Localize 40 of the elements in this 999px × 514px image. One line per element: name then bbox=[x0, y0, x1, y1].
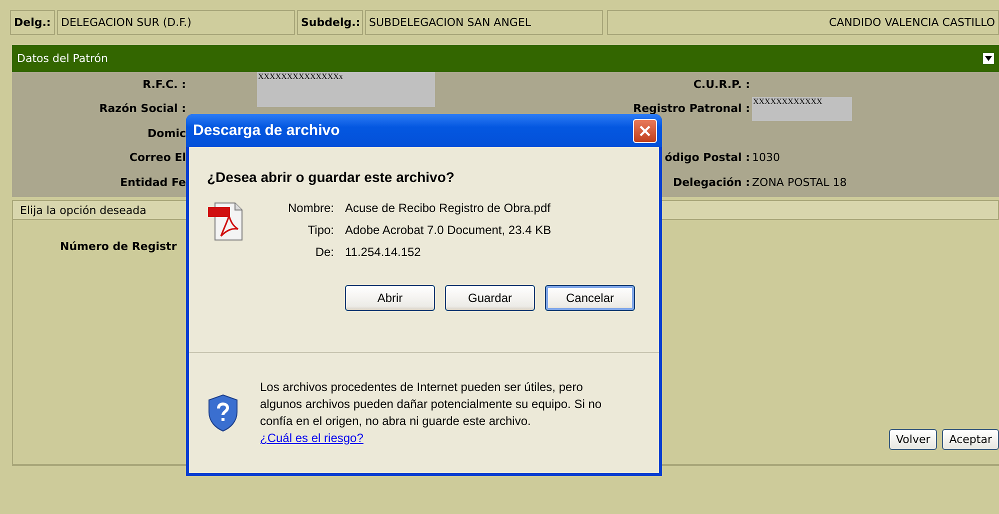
header-label: Subdelg.: bbox=[297, 10, 363, 35]
field-label: Correo El bbox=[129, 151, 186, 164]
field-value: XXXXXXXXXXXXXXx bbox=[257, 72, 435, 96]
dialog-button[interactable]: Abrir bbox=[345, 285, 435, 311]
close-icon bbox=[639, 124, 651, 136]
form-button[interactable]: Aceptar bbox=[942, 429, 999, 450]
header-value: SUBDELEGACION SAN ANGEL bbox=[365, 10, 603, 35]
risk-link[interactable]: ¿Cuál es el riesgo? bbox=[260, 431, 364, 445]
field-label: Razón Social : bbox=[99, 102, 186, 116]
detail-value: 11.254.14.152 bbox=[345, 245, 422, 259]
field-label: Domic bbox=[148, 126, 186, 140]
detail-label: Nombre: bbox=[286, 201, 334, 215]
field-value: ZONA POSTAL 18 bbox=[752, 176, 847, 189]
field-label: Registro Patronal : bbox=[633, 102, 750, 116]
section-title: Datos del Patrón bbox=[17, 52, 108, 65]
header-value: DELEGACION SUR (D.F.) bbox=[57, 10, 295, 35]
shield-question-icon bbox=[207, 393, 239, 433]
detail-value: Acuse de Recibo Registro de Obra.pdf bbox=[345, 201, 552, 215]
form-button[interactable]: Volver bbox=[889, 429, 938, 450]
detail-label: Tipo: bbox=[306, 223, 334, 237]
field-label: Entidad Fe bbox=[120, 176, 186, 189]
warning-text: Los archivos procedentes de Internet pueden ser útiles, pero algunos archivos pueden dañar potencialmente su equipo. Si no confía en el origen, no abra ni guarde este archivo. ¿Cuál es el riesgo? bbox=[260, 379, 603, 447]
close-button[interactable] bbox=[633, 118, 657, 142]
detail-label: De: bbox=[314, 245, 334, 259]
field-label: Delegación : bbox=[672, 176, 750, 189]
field-value: XXXXXXXXXXXX bbox=[752, 96, 852, 121]
field-label: R.F.C. : bbox=[142, 78, 186, 91]
header-label: Delg.: bbox=[10, 10, 55, 35]
pdf-file-icon bbox=[207, 200, 245, 242]
dialog-button[interactable]: Guardar bbox=[445, 285, 535, 311]
field-label: Número de Registr bbox=[60, 240, 177, 253]
field-value: 1030 bbox=[752, 151, 780, 164]
dialog-button[interactable]: Cancelar bbox=[545, 285, 635, 311]
field-label: C.U.R.P. : bbox=[693, 78, 750, 91]
detail-value: Adobe Acrobat 7.0 Document, 23.4 KB bbox=[345, 223, 552, 237]
collapse-toggle-icon[interactable] bbox=[983, 53, 994, 64]
field-label: ódigo Postal : bbox=[664, 151, 750, 164]
dialog-question: ¿Desea abrir o guardar este archivo? bbox=[207, 169, 456, 185]
dialog-title: Descarga de archivo bbox=[193, 122, 340, 139]
user-name: CANDIDO VALENCIA CASTILLO bbox=[607, 10, 999, 35]
